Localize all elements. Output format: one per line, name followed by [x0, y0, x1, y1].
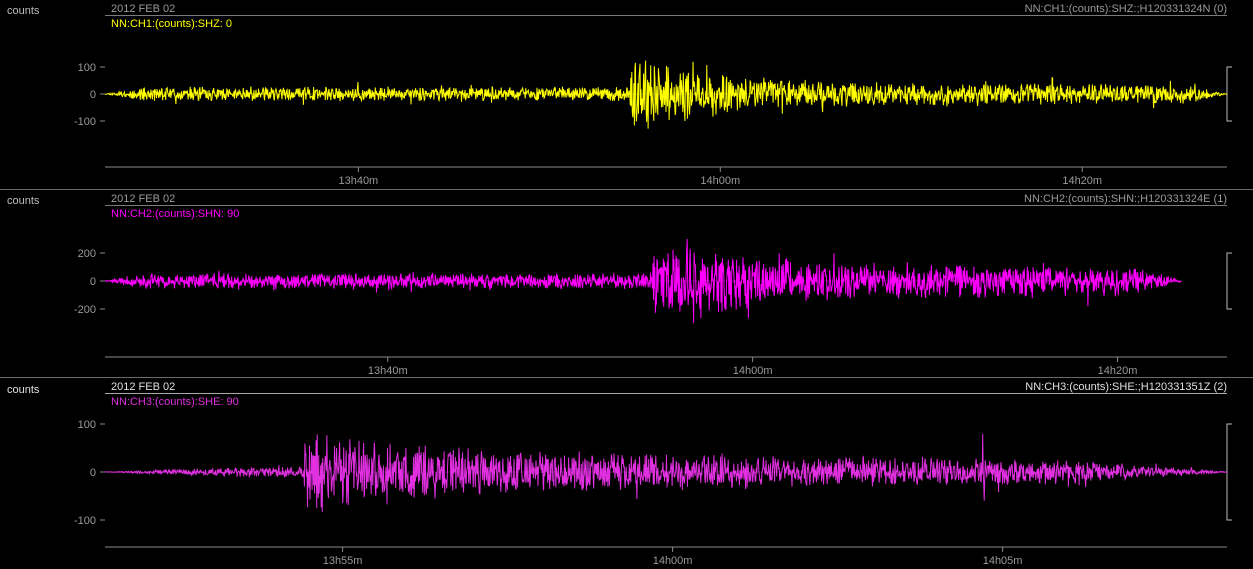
y-tick-label: 0: [90, 276, 96, 288]
y-tick-label: -100: [74, 515, 96, 527]
waveform-trace: [104, 433, 1228, 513]
x-tick-label: 14h05m: [983, 555, 1023, 567]
y-tick-label: 100: [78, 419, 96, 431]
scale-bracket: [1226, 423, 1232, 521]
y-tick-label: 200: [78, 248, 96, 260]
y-tick-label: -200: [74, 304, 96, 316]
waveform-trace: [104, 60, 1228, 129]
x-tick-label: 14h20m: [1098, 365, 1138, 377]
seismogram-plots: 100 0 -100 13h40m 14h00m 14h20m 200 0 -200 13h40m…: [74, 60, 1232, 567]
x-tick-label: 13h55m: [323, 555, 363, 567]
y-tick-label: -100: [74, 116, 96, 128]
y-tick-label: 0: [90, 89, 96, 101]
x-tick-label: 14h00m: [733, 365, 773, 377]
x-tick-label: 14h00m: [653, 555, 693, 567]
x-tick-label: 14h00m: [700, 175, 740, 187]
scale-bracket: [1226, 66, 1232, 122]
x-tick-label: 13h40m: [368, 365, 408, 377]
x-tick-label: 13h40m: [338, 175, 378, 187]
y-tick-label: 100: [78, 62, 96, 74]
y-tick-label: 0: [90, 467, 96, 479]
x-tick-label: 14h20m: [1062, 175, 1102, 187]
scale-bracket: [1226, 252, 1232, 310]
